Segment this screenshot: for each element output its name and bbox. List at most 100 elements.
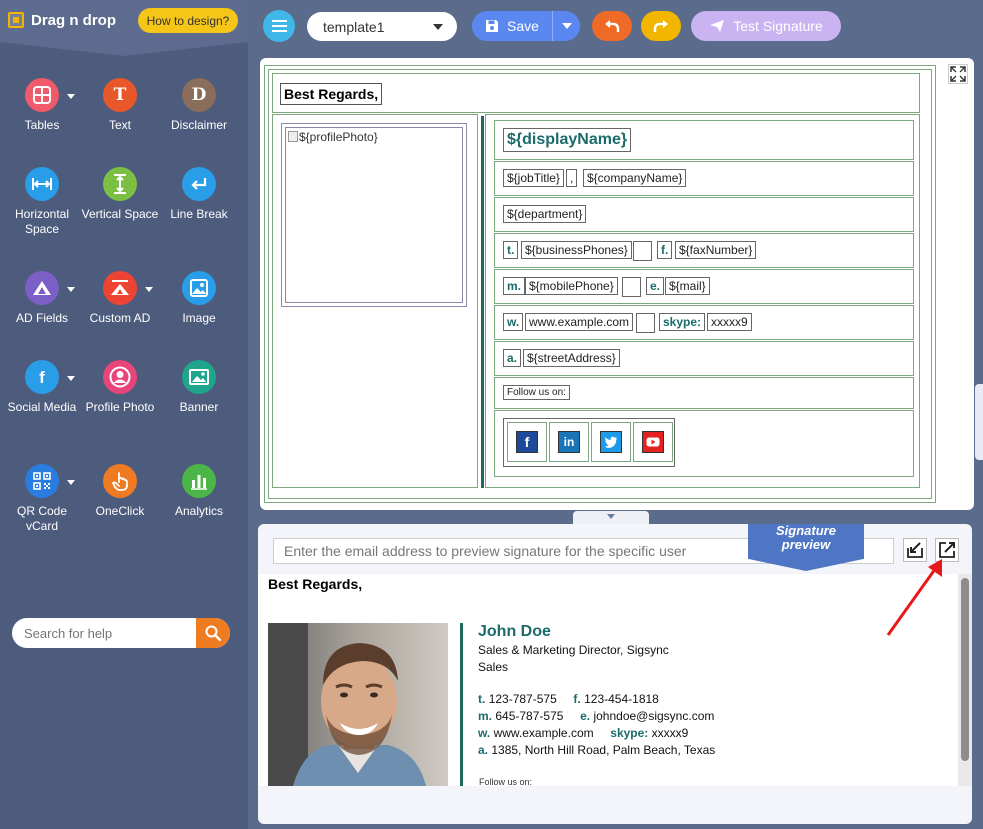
e-label[interactable]: e. (646, 277, 665, 295)
row-address[interactable]: a. ${streetAddress} (494, 341, 914, 376)
f-label[interactable]: f. (657, 241, 673, 259)
open-external-button[interactable] (935, 538, 959, 562)
tool-one-click[interactable]: OneClick (79, 464, 161, 519)
tool-profile-photo[interactable]: Profile Photo (79, 360, 161, 415)
tool-text[interactable]: T Text (79, 78, 161, 133)
mail-field[interactable]: ${mail} (665, 277, 710, 295)
tool-tables[interactable]: Tables (1, 78, 83, 133)
row-display-name[interactable]: ${displayName} (494, 120, 914, 160)
help-search-button[interactable] (196, 618, 230, 648)
business-phones-field[interactable]: ${businessPhones} (521, 241, 632, 259)
m-label[interactable]: m. (503, 277, 526, 295)
tool-qr-code-vcard[interactable]: QR Code vCard (1, 464, 83, 534)
chevron-down-icon[interactable] (67, 94, 75, 99)
social-cell[interactable] (633, 422, 673, 462)
profile-photo-placeholder[interactable]: ${profilePhoto} (281, 123, 467, 307)
tool-social-media[interactable]: f Social Media (1, 360, 83, 415)
follow-us-field[interactable]: Follow us on: (503, 385, 570, 400)
save-button-group: Save (472, 11, 580, 41)
preview-title: Sales & Marketing Director, Sigsync (478, 643, 669, 657)
fax-number-field[interactable]: ${faxNumber} (675, 241, 757, 259)
hamburger-icon (271, 20, 287, 22)
w-label[interactable]: w. (503, 313, 524, 331)
row-department[interactable]: ${department} (494, 197, 914, 232)
preview-scrollbar[interactable] (958, 574, 972, 786)
chevron-down-icon[interactable] (67, 287, 75, 292)
regards-text[interactable]: Best Regards, (280, 83, 383, 105)
disclaimer-icon: D (182, 78, 216, 112)
row-phone[interactable]: t. ${businessPhones} f. ${faxNumber} (494, 233, 914, 268)
company-name-field[interactable]: ${companyName} (583, 169, 687, 187)
display-name-field[interactable]: ${displayName} (503, 128, 632, 152)
horizontal-space-icon (25, 167, 59, 201)
chevron-down-icon[interactable] (145, 287, 153, 292)
t-label[interactable]: t. (503, 241, 519, 259)
spacer-cell[interactable] (622, 277, 641, 297)
website-field[interactable]: www.example.com (525, 313, 634, 331)
broken-image-icon (288, 131, 298, 142)
row-job[interactable]: ${jobTitle} , ${companyName} (494, 161, 914, 196)
chevron-down-icon[interactable] (67, 376, 75, 381)
photo-cell[interactable]: ${profilePhoto} (272, 114, 478, 488)
preview-web-line: w. www.example.com skype: xxxxx9 (478, 726, 689, 740)
save-options-button[interactable] (552, 11, 580, 41)
spacer-cell[interactable] (636, 313, 655, 333)
job-title-field[interactable]: ${jobTitle} (503, 169, 564, 187)
side-panel-handle[interactable] (975, 384, 983, 460)
tool-analytics[interactable]: Analytics (158, 464, 240, 519)
tool-banner[interactable]: Banner (158, 360, 240, 415)
department-field[interactable]: ${department} (503, 205, 587, 223)
tool-horizontal-space[interactable]: Horizontal Space (1, 167, 83, 237)
profile-photo-icon (103, 360, 137, 394)
skype-label[interactable]: skype: (659, 313, 706, 331)
divider (460, 623, 463, 786)
chevron-down-icon[interactable] (67, 480, 75, 485)
skype-field[interactable]: xxxxx9 (707, 313, 752, 331)
preview-department: Sales (478, 660, 509, 674)
social-cell[interactable]: f (507, 422, 547, 462)
collapse-preview-tab[interactable] (573, 511, 649, 524)
social-cell[interactable] (591, 422, 631, 462)
tool-line-break[interactable]: Line Break (158, 167, 240, 222)
tool-image[interactable]: Image (158, 271, 240, 326)
image-icon (182, 271, 216, 305)
signature-table[interactable]: Best Regards, ${profilePhoto} ${displayN… (264, 65, 936, 503)
save-button[interactable]: Save (472, 11, 552, 41)
tool-custom-ad[interactable]: Custom AD (79, 271, 161, 326)
one-click-icon (103, 464, 137, 498)
redo-icon (653, 20, 668, 32)
tool-ad-fields[interactable]: AD Fields (1, 271, 83, 326)
ad-fields-icon (25, 271, 59, 305)
social-cell[interactable]: in (549, 422, 589, 462)
template-select[interactable]: template1 (307, 12, 457, 41)
undo-button[interactable] (592, 11, 632, 41)
menu-button[interactable] (263, 10, 295, 42)
scrollbar-thumb[interactable] (961, 578, 969, 761)
row-follow[interactable]: Follow us on: (494, 377, 914, 409)
mobile-phone-field[interactable]: ${mobilePhone} (525, 277, 618, 295)
tool-vertical-space[interactable]: Vertical Space (79, 167, 161, 222)
how-to-design-button[interactable]: How to design? (138, 8, 238, 33)
fullscreen-button[interactable] (948, 64, 968, 84)
undo-icon (605, 20, 620, 32)
comma-field[interactable]: , (566, 169, 578, 187)
expand-icon (950, 66, 966, 82)
redo-button[interactable] (641, 11, 681, 41)
external-link-icon (939, 542, 955, 558)
preview-signature: Best Regards, John Doe Sales & Marketing… (258, 574, 958, 787)
test-signature-button[interactable]: Test Signature (691, 11, 841, 41)
street-address-field[interactable]: ${streetAddress} (523, 349, 620, 367)
import-button[interactable] (903, 538, 927, 562)
a-label[interactable]: a. (503, 349, 522, 367)
header-cell[interactable]: Best Regards, (272, 73, 920, 113)
details-cell[interactable]: ${displayName} ${jobTitle} , ${companyNa… (485, 114, 920, 488)
signature-preview-panel: Signature preview Best Regards, (258, 524, 972, 824)
analytics-icon (182, 464, 216, 498)
tool-disclaimer[interactable]: D Disclaimer (158, 78, 240, 133)
social-icons-group[interactable]: f in (503, 418, 675, 467)
row-web[interactable]: w. www.example.com skype: xxxxx9 (494, 305, 914, 340)
help-search-input[interactable] (12, 618, 196, 648)
spacer-cell[interactable] (633, 241, 652, 261)
row-social[interactable]: f in (494, 410, 914, 477)
row-mobile[interactable]: m. ${mobilePhone} e. ${mail} (494, 269, 914, 304)
